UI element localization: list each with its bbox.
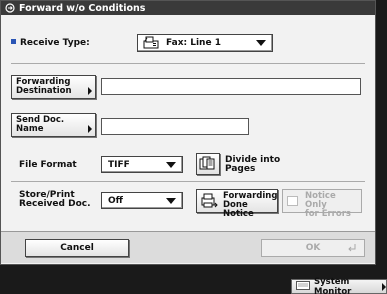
divide-into-pages-button[interactable] <box>196 153 220 175</box>
system-monitor-button[interactable]: System Monitor <box>291 276 387 294</box>
store-print-value: Off <box>108 195 123 206</box>
notice-only-for-errors-button[interactable]: Notice Only for Errors <box>282 189 362 219</box>
divide-into-pages-label: Divide into Pages <box>225 155 281 174</box>
notice-only-label-2: for Errors <box>305 209 351 219</box>
forwarding-destination-label-2: Destination <box>16 86 72 96</box>
file-format-label: File Format <box>19 160 77 170</box>
enter-icon <box>348 244 356 255</box>
title-bar: Forward w/o Conditions <box>1 1 375 15</box>
monitor-icon <box>296 280 310 293</box>
fax-icon <box>142 36 160 50</box>
send-doc-name-field[interactable] <box>101 118 249 135</box>
notice-only-label-1: Notice Only <box>305 191 336 210</box>
footer-bar: Cancel OK <box>1 231 375 263</box>
divider <box>11 181 365 182</box>
store-print-dropdown[interactable]: Off <box>101 192 183 209</box>
send-doc-name-button[interactable]: Send Doc. Name <box>11 113 96 137</box>
file-format-dropdown[interactable]: TIFF <box>101 156 183 173</box>
receive-type-label: Receive Type: <box>11 39 90 48</box>
chevron-down-icon <box>166 161 176 168</box>
file-format-value: TIFF <box>108 159 130 170</box>
store-print-label: Store/Print Received Doc. <box>19 190 91 209</box>
triangle-right-icon <box>88 87 92 95</box>
cancel-label: Cancel <box>60 243 94 253</box>
forwarding-destination-button[interactable]: Forwarding Destination <box>11 75 96 99</box>
checkbox-icon <box>287 196 298 206</box>
bullet-icon <box>11 39 16 44</box>
forwarding-destination-field[interactable] <box>101 78 361 95</box>
system-monitor-label: System Monitor <box>314 276 352 294</box>
window-title: Forward w/o Conditions <box>19 2 146 14</box>
triangle-right-icon <box>382 282 386 291</box>
receive-type-dropdown[interactable]: Fax: Line 1 <box>137 34 273 52</box>
receive-type-value: Fax: Line 1 <box>166 38 221 48</box>
cancel-button[interactable]: Cancel <box>25 239 129 257</box>
send-doc-name-label-2: Name <box>16 124 44 134</box>
chevron-down-icon <box>256 40 266 46</box>
pages-icon <box>199 156 217 173</box>
printer-icon <box>200 193 218 212</box>
divider <box>11 63 365 64</box>
ok-button[interactable]: OK <box>261 239 365 257</box>
triangle-right-icon <box>88 125 92 133</box>
chevron-down-icon <box>166 197 176 204</box>
dialog-window: Forward w/o Conditions Receive Type: Fax… <box>0 0 376 265</box>
forwarding-done-notice-button[interactable]: Forwarding Done Notice <box>196 189 278 219</box>
ok-label: OK <box>305 243 321 253</box>
forward-icon <box>5 3 15 13</box>
forwarding-done-label-2: Done Notice <box>223 200 254 219</box>
